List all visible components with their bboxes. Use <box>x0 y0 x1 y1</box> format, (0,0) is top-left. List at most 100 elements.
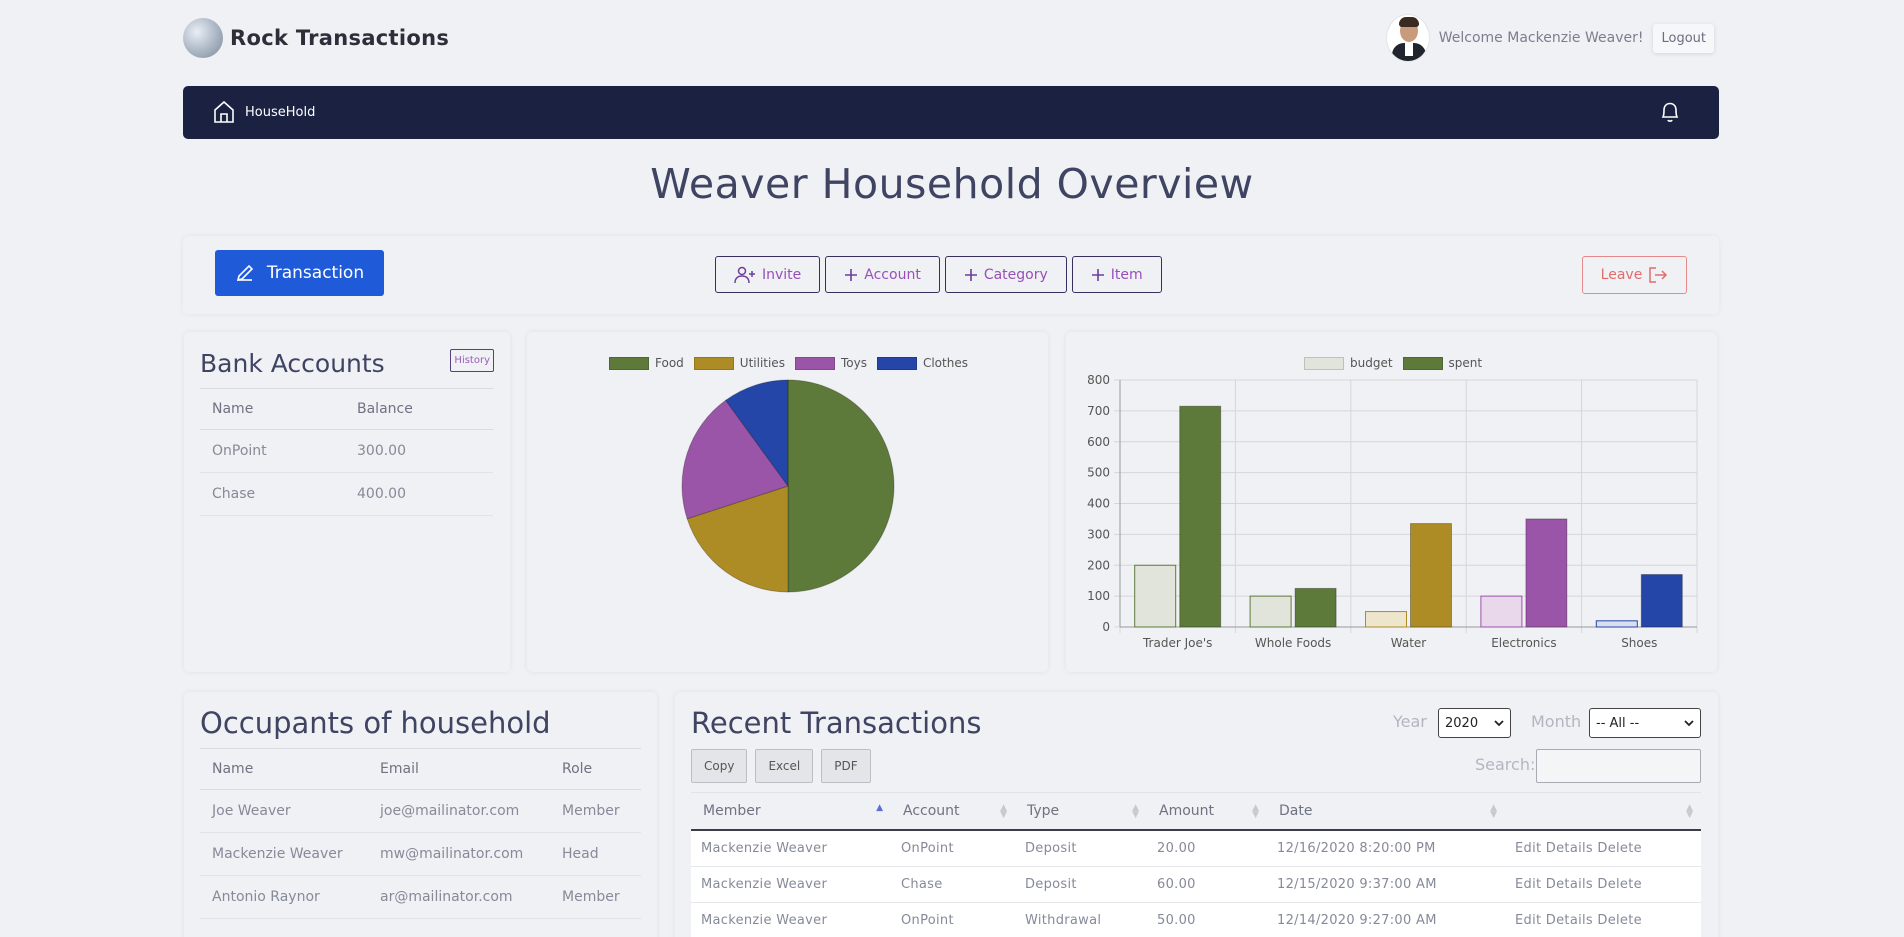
add-user-icon <box>734 266 755 283</box>
bar-spent[interactable] <box>1179 405 1222 628</box>
column-label: Type <box>1027 803 1060 819</box>
bar-budget[interactable] <box>1249 595 1292 628</box>
tx-member: Mackenzie Weaver <box>691 830 891 867</box>
column-label: Member <box>703 803 761 819</box>
tx-date: 12/16/2020 8:20:00 PM <box>1267 830 1505 867</box>
add-category-button[interactable]: Category <box>944 256 1067 293</box>
search-input[interactable] <box>1536 749 1701 783</box>
occupants-table: Name Email Role Joe Weaver joe@mailinato… <box>200 748 641 919</box>
tx-amount: 50.00 <box>1147 902 1267 937</box>
invite-label: Invite <box>762 266 802 283</box>
brand[interactable]: Rock Transactions <box>183 18 449 58</box>
add-account-button[interactable]: Account <box>825 256 940 293</box>
year-value: 2020 <box>1445 715 1479 731</box>
add-button-group: Invite Account Category Item <box>715 256 1162 293</box>
sort-icon: ▲ ▼ <box>1490 803 1497 820</box>
occupant-email: ar@mailinator.com <box>368 875 550 919</box>
occupant-name: Joe Weaver <box>200 789 368 833</box>
budget-bar-card: budget spent 0 100 200 300 400 500 600 700 800 Tra… <box>1066 332 1717 672</box>
column-header-member[interactable]: Member ▲ <box>691 792 891 831</box>
bar-budget[interactable] <box>1365 611 1407 628</box>
page-title: Weaver Household Overview <box>650 160 1254 208</box>
logout-button[interactable]: Logout <box>1653 23 1714 53</box>
leave-household-button[interactable]: Leave <box>1582 256 1687 294</box>
brand-name: Rock Transactions <box>230 26 450 50</box>
tx-member: Mackenzie Weaver <box>691 902 891 937</box>
export-buttons: Copy Excel PDF <box>691 749 871 783</box>
tx-type: Deposit <box>1015 830 1147 867</box>
tx-actions[interactable]: Edit Details Delete <box>1505 866 1701 903</box>
chevron-down-icon <box>1494 720 1504 727</box>
table-row: Joe Weaver joe@mailinator.com Member <box>200 789 641 833</box>
chevron-down-icon <box>1684 720 1694 727</box>
bar-budget[interactable] <box>1595 620 1638 628</box>
x-tick-label: Electronics <box>1491 636 1556 650</box>
y-tick-label: 0 <box>1102 620 1110 634</box>
column-header-type[interactable]: Type ▲ ▼ <box>1015 792 1147 831</box>
nav-household-link[interactable]: HouseHold <box>213 100 315 124</box>
column-label: Date <box>1279 803 1313 819</box>
leave-label: Leave <box>1600 267 1643 283</box>
excel-button[interactable]: Excel <box>755 749 814 783</box>
bar-spent[interactable] <box>1294 587 1337 628</box>
account-name: Chase <box>200 472 345 516</box>
table-row: OnPoint 300.00 <box>200 429 493 473</box>
bar-spent[interactable] <box>1640 574 1683 628</box>
add-item-button[interactable]: Item <box>1071 256 1162 293</box>
sort-icon: ▲ ▼ <box>1132 803 1139 820</box>
plus-icon <box>1091 268 1104 281</box>
occupant-role: Head <box>550 832 641 876</box>
column-header: Name <box>200 748 368 790</box>
year-select[interactable]: 2020 <box>1438 708 1511 738</box>
column-header-date[interactable]: Date ▲ ▼ <box>1267 792 1505 831</box>
account-balance: 400.00 <box>345 472 493 516</box>
copy-button[interactable]: Copy <box>691 749 748 783</box>
action-bar: Transaction Invite Account Category Item… <box>183 236 1719 314</box>
notifications-bell[interactable] <box>1659 100 1681 128</box>
history-button[interactable]: History <box>450 349 494 372</box>
tx-amount: 60.00 <box>1147 866 1267 903</box>
nav-household-label: HouseHold <box>245 104 316 120</box>
item-label: Item <box>1110 266 1143 283</box>
bar-spent[interactable] <box>1525 518 1568 628</box>
tx-member: Mackenzie Weaver <box>691 866 891 903</box>
account-name: OnPoint <box>200 429 345 473</box>
category-label: Category <box>983 266 1048 283</box>
x-tick-label: Shoes <box>1621 636 1657 650</box>
bar-budget[interactable] <box>1480 595 1523 628</box>
tx-account: OnPoint <box>891 902 1015 937</box>
y-tick-label: 200 <box>1087 558 1110 572</box>
table-row: Mackenzie Weaver OnPoint Deposit 20.00 12/16… <box>691 830 1701 867</box>
user-area: Welcome Mackenzie Weaver! Logout <box>1385 14 1714 62</box>
sort-icon: ▲ ▼ <box>1252 803 1259 820</box>
month-select[interactable]: -- All -- <box>1589 708 1701 738</box>
column-header-actions[interactable]: ▲ ▼ <box>1505 792 1701 831</box>
invite-button[interactable]: Invite <box>715 256 821 293</box>
pencil-icon <box>236 264 253 282</box>
tx-actions[interactable]: Edit Details Delete <box>1505 830 1701 867</box>
y-tick-label: 100 <box>1087 589 1110 603</box>
tx-actions[interactable]: Edit Details Delete <box>1505 902 1701 937</box>
table-row: Chase 400.00 <box>200 472 493 516</box>
occupants-title: Occupants of household <box>200 706 551 740</box>
tx-date: 12/15/2020 9:37:00 AM <box>1267 866 1505 903</box>
table-row: Antonio Raynor ar@mailinator.com Member <box>200 875 641 919</box>
column-header-amount[interactable]: Amount ▲ ▼ <box>1147 792 1267 831</box>
month-label: Month <box>1531 712 1582 731</box>
sort-icon: ▲ ▼ <box>1686 803 1693 820</box>
home-icon <box>214 100 234 123</box>
bar-spent[interactable] <box>1410 523 1452 628</box>
occupants-card: Occupants of household Name Email Role J… <box>184 692 657 937</box>
y-tick-label: 300 <box>1087 527 1110 541</box>
pie-slice-food[interactable] <box>787 379 895 593</box>
navbar: HouseHold <box>183 86 1719 139</box>
column-header-account[interactable]: Account ▲ ▼ <box>891 792 1015 831</box>
add-transaction-button[interactable]: Transaction <box>215 250 384 296</box>
tx-account: OnPoint <box>891 830 1015 867</box>
bar-budget[interactable] <box>1134 564 1177 628</box>
column-label: Account <box>903 803 960 819</box>
account-balance: 300.00 <box>345 429 493 473</box>
sort-icon: ▲ ▼ <box>1000 803 1007 820</box>
rock-logo-icon <box>183 18 223 58</box>
pdf-button[interactable]: PDF <box>821 749 871 783</box>
